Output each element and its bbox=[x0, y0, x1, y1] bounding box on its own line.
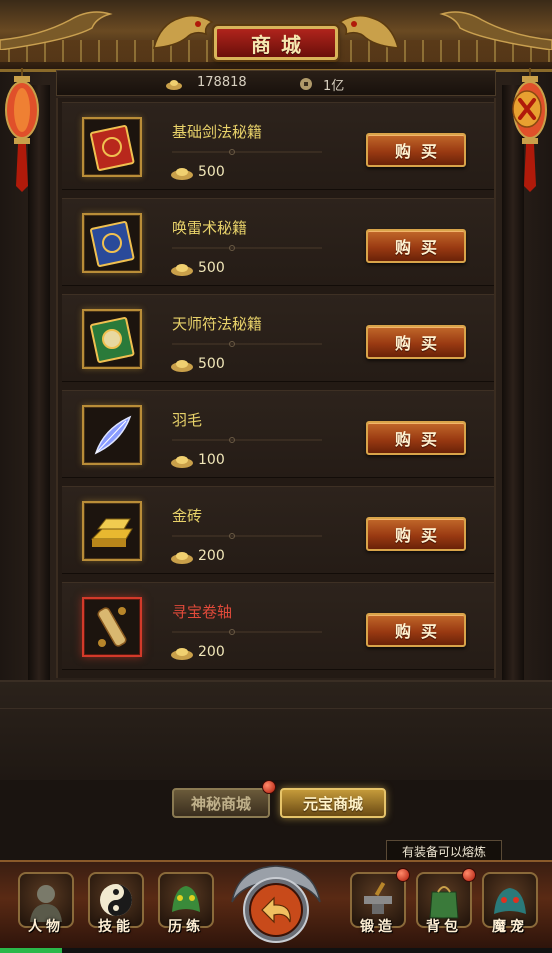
tab-ingot-shop[interactable]: 元宝商城 bbox=[280, 788, 386, 818]
buy-button[interactable]: 购买 bbox=[366, 325, 466, 359]
red-book-icon bbox=[90, 125, 135, 171]
close-button[interactable] bbox=[510, 88, 544, 130]
item-name: 天师符法秘籍 bbox=[172, 315, 263, 333]
buy-label: 购买 bbox=[394, 142, 447, 161]
gold-bar-icon bbox=[90, 518, 133, 547]
page-title: 商城 bbox=[251, 32, 311, 57]
list-item: 金砖 200 购买 bbox=[62, 486, 494, 574]
item-divider bbox=[172, 245, 322, 251]
scroll-icon bbox=[97, 607, 127, 647]
dragon-ornament-right-icon bbox=[338, 15, 399, 49]
notification-dot bbox=[262, 780, 276, 794]
gold-ingot-icon bbox=[171, 456, 193, 468]
gold-amount: 178818 bbox=[197, 75, 247, 90]
green-book-icon bbox=[90, 317, 135, 363]
coin-icon bbox=[300, 78, 312, 90]
item-icon-frame[interactable] bbox=[82, 117, 142, 177]
lantern-left-icon bbox=[5, 68, 39, 192]
item-name: 金砖 bbox=[172, 507, 203, 525]
item-price: 200 bbox=[198, 644, 225, 660]
list-item: 天师符法秘籍 500 购买 bbox=[62, 294, 494, 382]
notification-dot bbox=[396, 868, 410, 882]
tooltip-text: 有装备可以熔炼 bbox=[401, 844, 486, 859]
buy-label: 购买 bbox=[394, 526, 447, 545]
coin-amount: 1亿 bbox=[323, 79, 345, 94]
item-name: 基础剑法秘籍 bbox=[172, 123, 263, 141]
item-divider bbox=[172, 437, 322, 443]
tab-label: 神秘商城 bbox=[190, 794, 251, 813]
item-price: 500 bbox=[198, 356, 225, 372]
item-divider bbox=[172, 149, 322, 155]
item-divider bbox=[172, 533, 322, 539]
item-price: 500 bbox=[198, 260, 225, 276]
buy-label: 购买 bbox=[394, 430, 447, 449]
gold-ingot-icon bbox=[171, 360, 193, 372]
roof-curl-right-icon bbox=[439, 11, 552, 50]
item-icon-frame[interactable] bbox=[82, 597, 142, 657]
currency-bar: 178818 1亿 bbox=[56, 70, 496, 96]
item-price: 500 bbox=[198, 164, 225, 180]
item-name: 寻宝卷轴 bbox=[172, 603, 233, 621]
item-name: 唤雷术秘籍 bbox=[172, 219, 248, 237]
tooltip: 有装备可以熔炼 bbox=[386, 840, 502, 862]
nav-label: 魔宠 bbox=[492, 919, 528, 935]
shop-item-list[interactable]: 基础剑法秘籍 500 购买 唤雷术秘籍 500 购买 天师符法秘籍 500 购买 bbox=[56, 98, 496, 678]
item-icon-frame[interactable] bbox=[82, 213, 142, 273]
item-icon-frame[interactable] bbox=[82, 309, 142, 369]
nav-backpack[interactable]: 背包 bbox=[412, 868, 476, 946]
nav-training[interactable]: 历练 bbox=[154, 868, 218, 946]
nav-forge[interactable]: 锻造 bbox=[346, 868, 410, 946]
nav-label: 人物 bbox=[28, 919, 64, 935]
item-price: 100 bbox=[198, 452, 225, 468]
close-icon bbox=[512, 90, 542, 128]
buy-label: 购买 bbox=[394, 622, 447, 641]
back-arrow-icon bbox=[231, 865, 321, 943]
item-name: 羽毛 bbox=[172, 411, 203, 429]
tab-mystery-shop[interactable]: 神秘商城 bbox=[172, 788, 270, 818]
item-divider bbox=[172, 629, 322, 635]
item-icon-frame[interactable] bbox=[82, 405, 142, 465]
item-divider bbox=[172, 341, 322, 347]
buy-button[interactable]: 购买 bbox=[366, 229, 466, 263]
nav-label: 历练 bbox=[168, 919, 204, 935]
list-item: 寻宝卷轴 200 购买 bbox=[62, 582, 494, 670]
dragon-ornament-left-icon bbox=[153, 15, 214, 49]
buy-button[interactable]: 购买 bbox=[366, 421, 466, 455]
nav-character[interactable]: 人物 bbox=[14, 868, 78, 946]
gold-ingot-icon bbox=[171, 264, 193, 276]
gold-ingot-icon bbox=[166, 80, 182, 90]
nav-pet[interactable]: 魔宠 bbox=[478, 868, 542, 946]
feather-icon bbox=[94, 415, 132, 455]
blue-book-icon bbox=[90, 221, 135, 267]
nav-label: 锻造 bbox=[360, 919, 396, 935]
progress-fill bbox=[0, 948, 62, 953]
buy-label: 购买 bbox=[394, 334, 447, 353]
buy-button[interactable]: 购买 bbox=[366, 517, 466, 551]
item-icon-frame[interactable] bbox=[82, 501, 142, 561]
gold-ingot-icon bbox=[171, 552, 193, 564]
nav-skills[interactable]: 技能 bbox=[84, 868, 148, 946]
buy-button[interactable]: 购买 bbox=[366, 613, 466, 647]
tab-label: 元宝商城 bbox=[302, 794, 363, 813]
back-button[interactable] bbox=[226, 862, 326, 950]
title-plaque: 商城 bbox=[214, 26, 338, 60]
item-price: 200 bbox=[198, 548, 225, 564]
buy-label: 购买 bbox=[394, 238, 447, 257]
gold-ingot-icon bbox=[171, 648, 193, 660]
lower-panel bbox=[0, 680, 552, 780]
gold-ingot-icon bbox=[171, 168, 193, 180]
notification-dot bbox=[462, 868, 476, 882]
list-item: 基础剑法秘籍 500 购买 bbox=[62, 102, 494, 190]
roof-curl-left-icon bbox=[0, 11, 113, 50]
nav-label: 技能 bbox=[98, 919, 134, 935]
buy-button[interactable]: 购买 bbox=[366, 133, 466, 167]
progress-strip bbox=[0, 948, 552, 953]
list-item: 唤雷术秘籍 500 购买 bbox=[62, 198, 494, 286]
nav-label: 背包 bbox=[426, 919, 462, 935]
list-item: 羽毛 100 购买 bbox=[62, 390, 494, 478]
